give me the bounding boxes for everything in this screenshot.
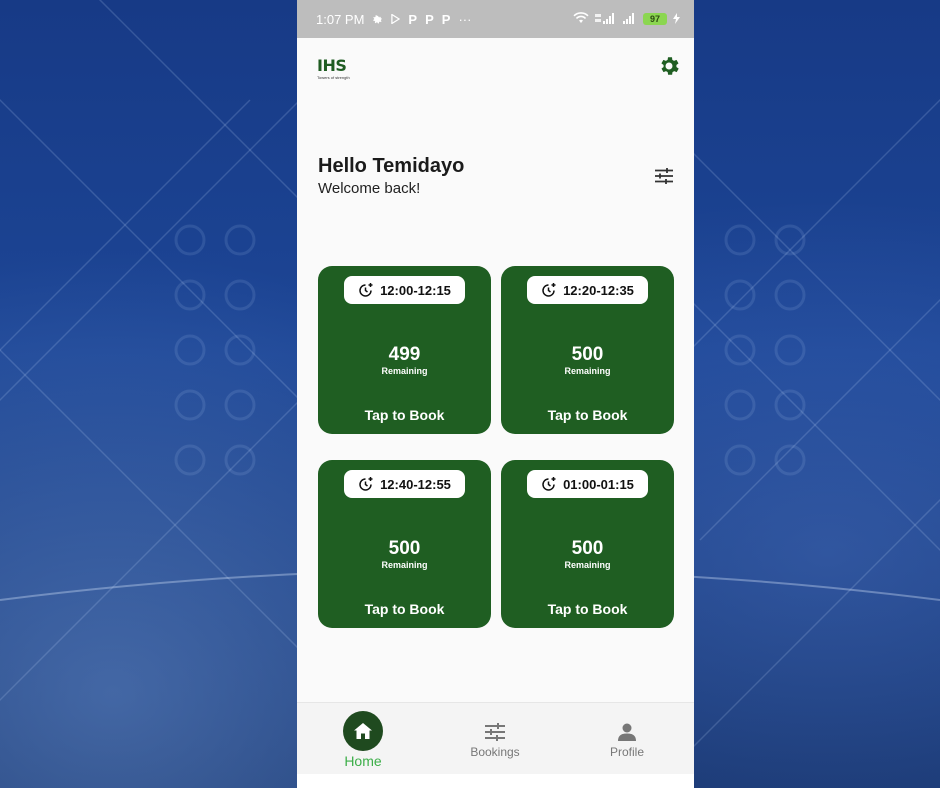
time-slot-card[interactable]: 12:20-12:35 500 Remaining Tap to Book <box>501 266 674 434</box>
slot-remaining-label: Remaining <box>381 560 428 570</box>
phone-screen: 1:07 PM P P P ··· 97 IHS Towers of stren… <box>297 0 694 788</box>
time-slot-card[interactable]: 12:00-12:15 499 Remaining Tap to Book <box>318 266 491 434</box>
play-icon <box>391 12 401 27</box>
slot-remaining-label: Remaining <box>564 366 611 376</box>
more-notifications-icon: ··· <box>458 11 472 27</box>
filter-button[interactable] <box>653 165 675 187</box>
slot-time-chip: 12:20-12:35 <box>527 276 648 304</box>
signal-icon <box>595 12 615 27</box>
time-slot-card[interactable]: 01:00-01:15 500 Remaining Tap to Book <box>501 460 674 628</box>
slot-time: 01:00-01:15 <box>563 476 634 492</box>
greeting-title: Hello Temidayo <box>318 155 465 177</box>
slot-remaining-count: 500 <box>571 344 604 365</box>
slot-remaining-count: 500 <box>571 538 604 559</box>
battery-icon: 97 <box>643 13 667 25</box>
tap-to-book-label: Tap to Book <box>364 601 445 617</box>
tap-to-book-label: Tap to Book <box>364 407 445 423</box>
settings-button[interactable] <box>655 52 683 80</box>
nav-home[interactable]: Home <box>297 703 429 775</box>
nav-bookings-label: Bookings <box>470 745 520 759</box>
nav-home-indicator <box>343 711 383 751</box>
ihs-logo: IHS Towers of strength <box>317 58 357 82</box>
wifi-icon <box>573 11 589 27</box>
sliders-icon <box>655 168 673 184</box>
slot-remaining-count: 500 <box>388 538 421 559</box>
clock-plus-icon <box>542 477 556 491</box>
clock-plus-icon <box>359 283 373 297</box>
tap-to-book-label: Tap to Book <box>547 601 628 617</box>
notification-icon: P <box>441 11 451 27</box>
settings-small-icon <box>372 12 383 27</box>
charging-icon <box>673 12 680 27</box>
slot-time-chip: 12:40-12:55 <box>344 470 465 498</box>
status-bar: 1:07 PM P P P ··· 97 <box>297 0 694 38</box>
logo-tagline: Towers of strength <box>317 75 350 80</box>
signal-icon-2 <box>621 12 637 27</box>
logo-wordmark: IHS <box>317 56 347 75</box>
slot-remaining-count: 499 <box>388 344 421 365</box>
time-slot-card[interactable]: 12:40-12:55 500 Remaining Tap to Book <box>318 460 491 628</box>
slot-remaining-label: Remaining <box>564 560 611 570</box>
slot-time-chip: 12:00-12:15 <box>344 276 465 304</box>
system-nav-area <box>297 774 694 788</box>
slot-time: 12:40-12:55 <box>380 476 451 492</box>
slot-remaining-label: Remaining <box>381 366 428 376</box>
slot-time: 12:00-12:15 <box>380 282 451 298</box>
nav-home-label: Home <box>344 753 382 769</box>
gear-icon <box>661 57 679 75</box>
greeting-subtitle: Welcome back! <box>318 180 421 197</box>
nav-profile-label: Profile <box>609 745 644 759</box>
person-icon <box>618 723 636 741</box>
clock-plus-icon <box>359 477 373 491</box>
bottom-navigation: Home Bookings Profile <box>297 702 694 774</box>
sliders-icon <box>485 723 505 741</box>
notification-icon: P <box>425 11 434 27</box>
clock-plus-icon <box>542 283 556 297</box>
nav-bookings[interactable]: Bookings <box>429 703 561 775</box>
nav-profile[interactable]: Profile <box>561 703 693 775</box>
greeting: Hello Temidayo Welcome back! <box>318 155 464 197</box>
status-time: 1:07 PM <box>316 11 365 27</box>
slot-time: 12:20-12:35 <box>563 282 634 298</box>
tap-to-book-label: Tap to Book <box>547 407 628 423</box>
notification-icon: P <box>408 11 418 27</box>
slot-time-chip: 01:00-01:15 <box>527 470 648 498</box>
home-icon <box>354 723 372 739</box>
